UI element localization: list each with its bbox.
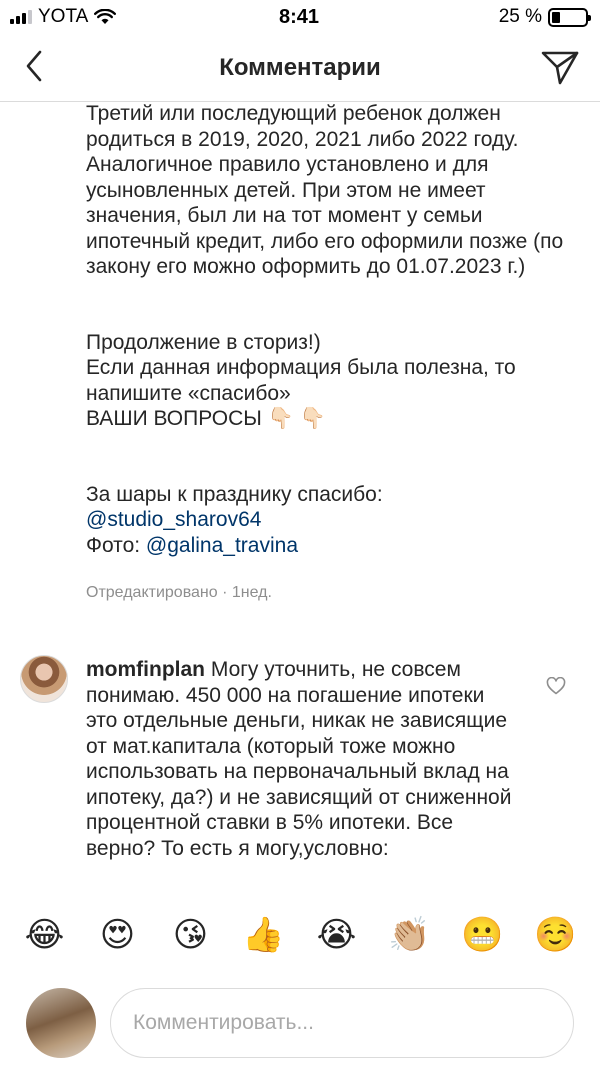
signal-icon xyxy=(10,10,32,24)
caption-line: Если данная информация была полезна, то … xyxy=(86,356,516,405)
battery-level xyxy=(552,11,560,23)
battery-icon xyxy=(548,7,591,27)
status-left: YOTA xyxy=(10,6,210,28)
emoji-button[interactable]: 😂 xyxy=(15,905,75,965)
comment-composer xyxy=(0,980,600,1066)
chevron-left-icon xyxy=(26,50,42,82)
status-bar: YOTA 8:41 25 % xyxy=(0,0,600,34)
emoji-button[interactable]: 😭 xyxy=(307,905,367,965)
back-button[interactable] xyxy=(14,46,54,86)
status-time: 8:41 xyxy=(278,5,320,28)
caption-line: Продолжение в сториз!) xyxy=(86,330,321,354)
comment-input[interactable] xyxy=(110,988,574,1058)
emoji-button[interactable]: ☺️ xyxy=(526,905,586,965)
header: Комментарии xyxy=(0,34,600,102)
caption-questions-line: ВАШИ ВОПРОСЫ 👇🏻 👇🏻 xyxy=(86,406,576,432)
pointing-down-emoji: 👇🏻 👇🏻 xyxy=(267,407,326,430)
emoji-button[interactable]: 😬 xyxy=(453,905,513,965)
comments-list[interactable]: Третий или последующий ребенок должен ро… xyxy=(0,103,600,890)
share-button[interactable] xyxy=(538,46,582,90)
wifi-icon xyxy=(94,9,117,24)
post-caption: Третий или последующий ребенок должен ро… xyxy=(86,103,576,558)
battery-percent: 25 % xyxy=(498,6,542,27)
paper-plane-icon xyxy=(541,51,579,85)
heart-outline-icon xyxy=(546,677,566,695)
caption-photo-line: Фото: @galina_travina xyxy=(86,533,576,559)
page-title: Комментарии xyxy=(219,53,381,81)
emoji-button[interactable]: 😍 xyxy=(88,905,148,965)
avatar xyxy=(26,988,96,1058)
mention-link[interactable]: @galina_travina xyxy=(146,534,298,557)
emoji-button[interactable]: 👍 xyxy=(234,905,294,965)
comment-text: Могу уточнить, не совсем понимаю. 450 00… xyxy=(86,658,512,860)
status-right: 25 % xyxy=(388,6,591,28)
photo-label: Фото: xyxy=(86,533,146,557)
caption-paragraph-1: Третий или последующий ребенок должен ро… xyxy=(86,103,564,278)
caption-meta: Отредактировано · 1нед. xyxy=(86,584,272,601)
comment-username[interactable]: momfinplan xyxy=(86,658,205,681)
carrier-label: YOTA xyxy=(38,6,89,27)
caption-line: За шары к празднику спасибо: xyxy=(86,482,383,506)
comment-body: momfinplan Могу уточнить, не совсем пони… xyxy=(86,657,516,861)
emoji-bar: 😂 😍 😘 👍 😭 👏🏼 😬 ☺️ xyxy=(0,890,600,980)
like-button[interactable] xyxy=(543,673,569,699)
caption-questions-text: ВАШИ ВОПРОСЫ xyxy=(86,407,262,430)
mention-link[interactable]: @studio_sharov64 xyxy=(86,507,576,533)
avatar[interactable] xyxy=(20,655,68,703)
emoji-button[interactable]: 😘 xyxy=(161,905,221,965)
emoji-button[interactable]: 👏🏼 xyxy=(380,905,440,965)
